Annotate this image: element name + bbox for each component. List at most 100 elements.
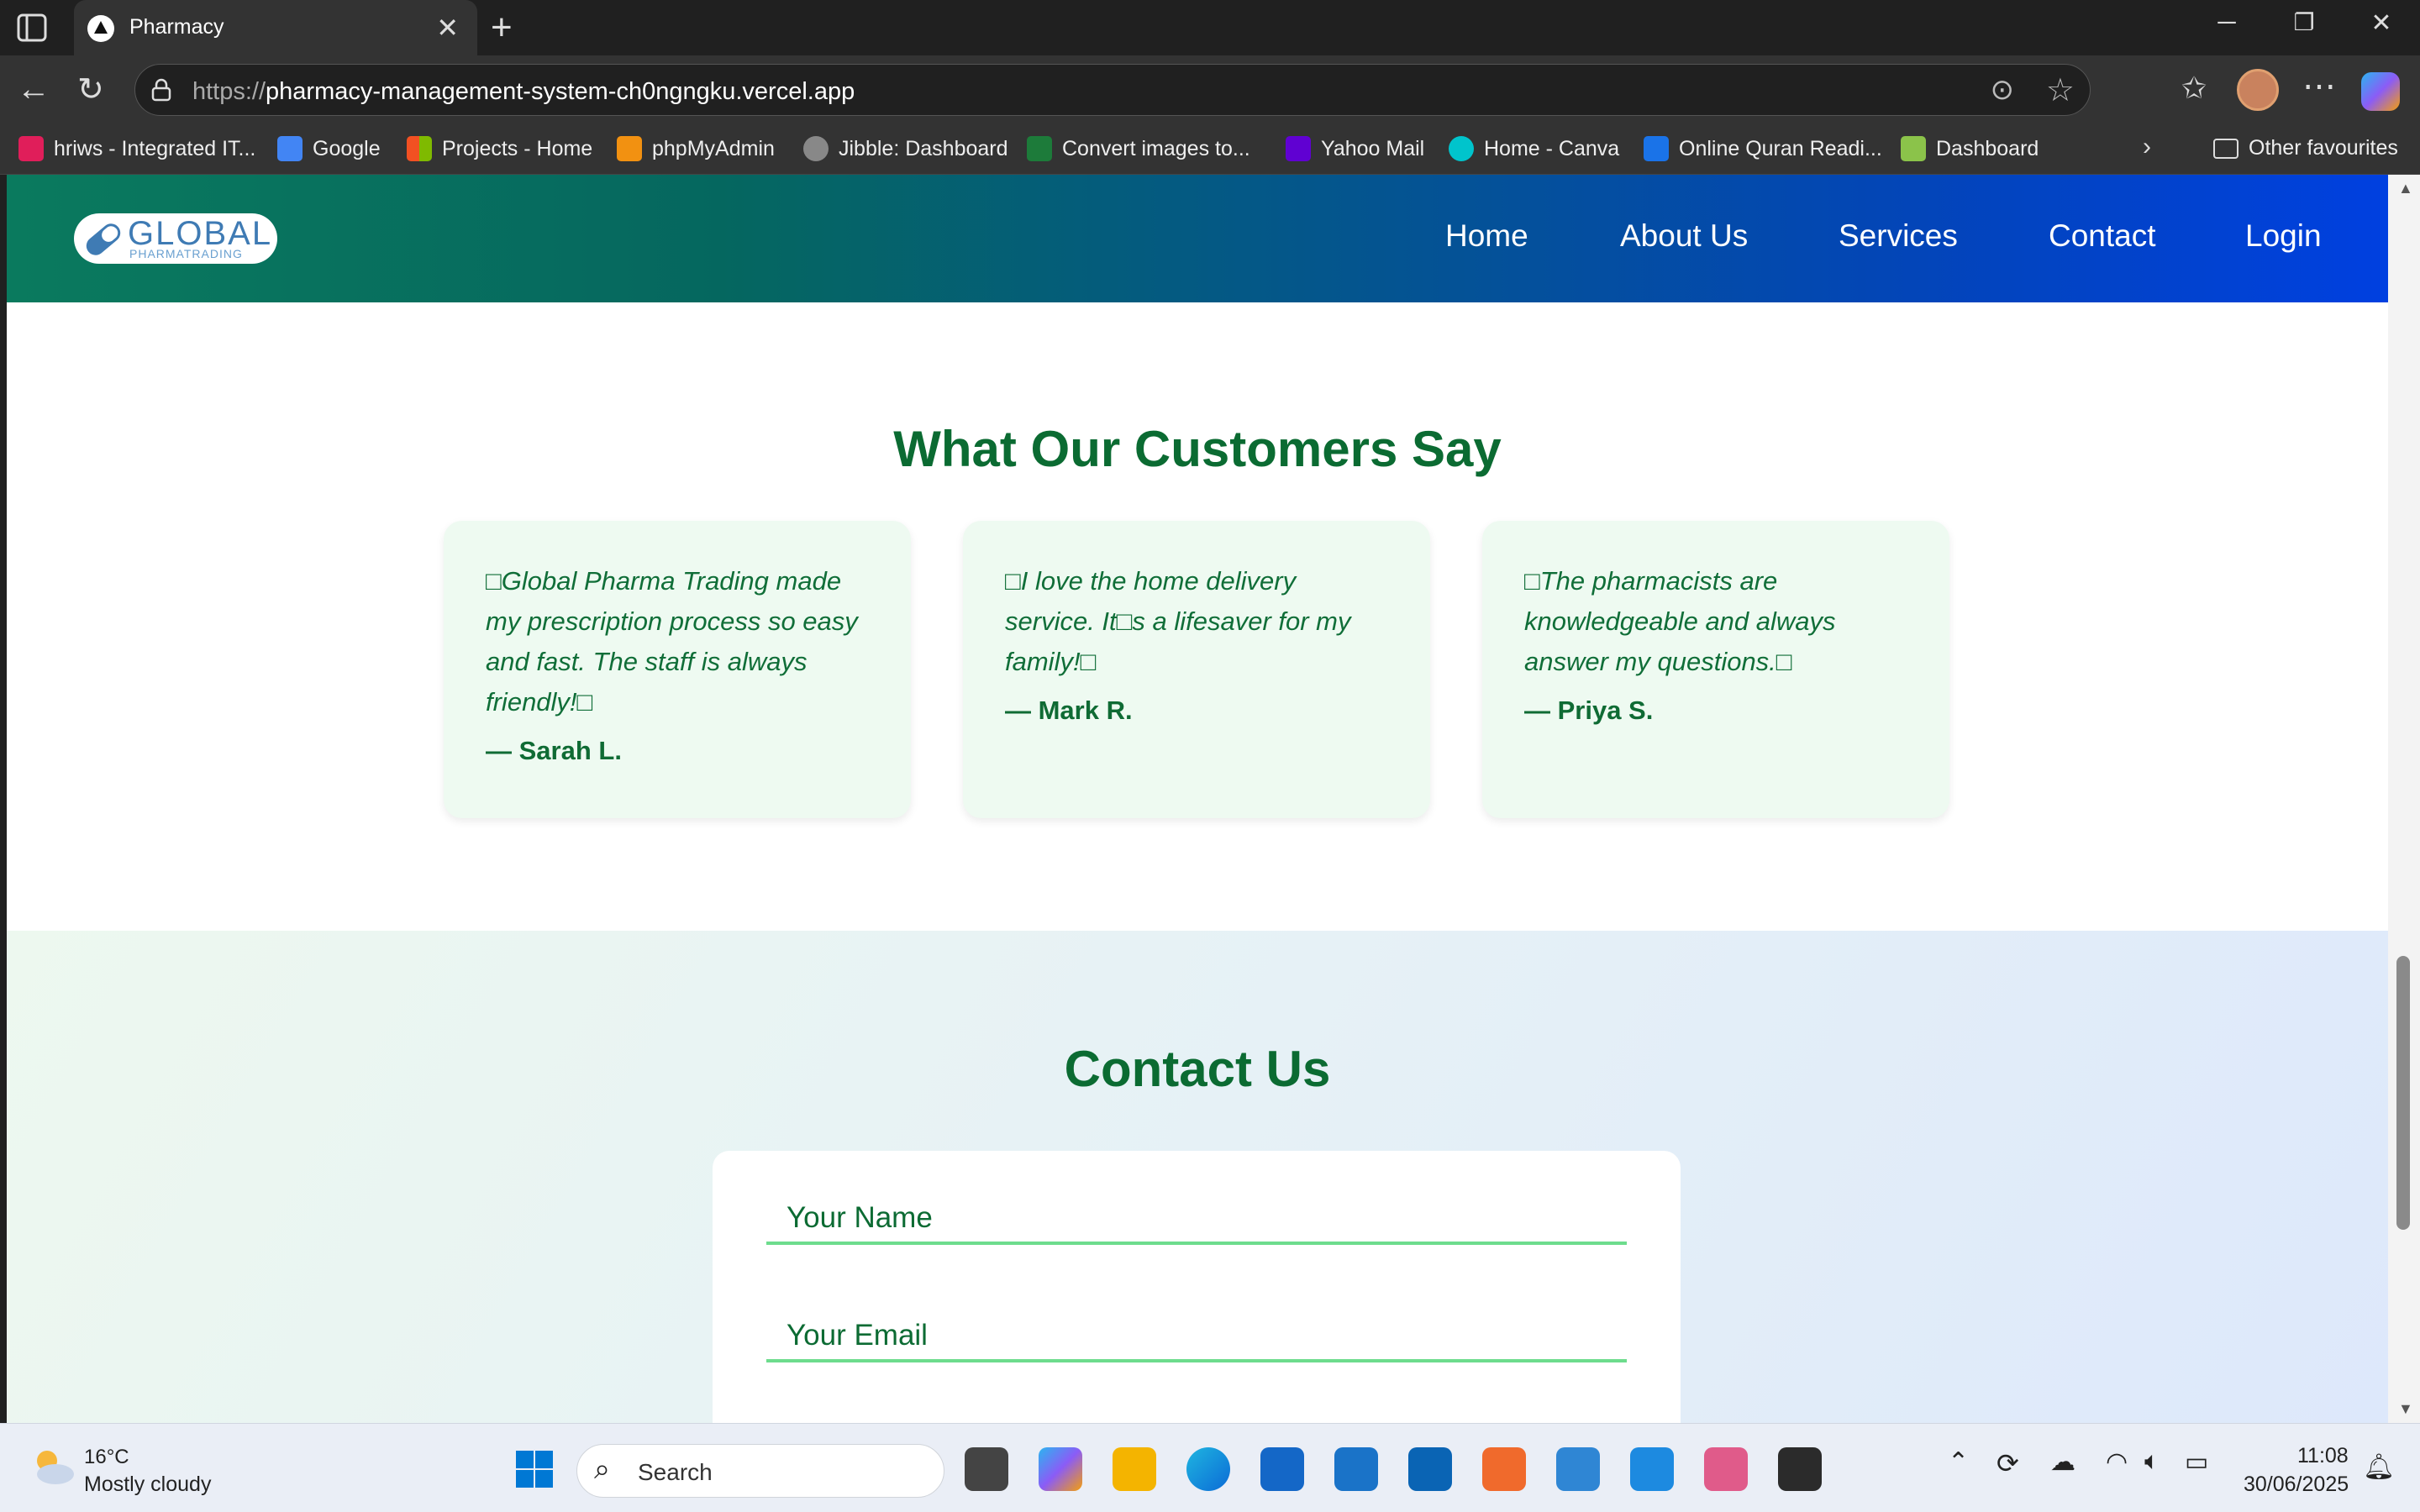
store-icon[interactable]	[1260, 1447, 1304, 1491]
bookmark-item[interactable]: Dashboard	[1901, 136, 2039, 161]
canva-icon	[1449, 136, 1474, 161]
bookmark-item[interactable]: hriws - Integrated IT...	[18, 136, 255, 161]
search-icon: ⌕	[594, 1453, 611, 1485]
scrollbar-thumb[interactable]	[2396, 956, 2410, 1230]
bookmark-item[interactable]: Home - Canva	[1449, 136, 1619, 161]
address-row: ← ↻ https://pharmacy-management-system-c…	[0, 55, 2420, 126]
logo-subtext: PHARMATRADING	[129, 247, 243, 260]
notification-bell-icon[interactable]: 🔔︎	[2363, 1452, 2395, 1482]
globe-icon	[803, 136, 829, 161]
edge-icon[interactable]	[1186, 1447, 1230, 1491]
bookmark-item[interactable]: phpMyAdmin	[617, 136, 775, 161]
address-bar[interactable]: https://pharmacy-management-system-ch0ng…	[134, 64, 2091, 116]
tab-actions-icon[interactable]	[17, 13, 47, 42]
capsule-icon	[86, 223, 121, 255]
nav-about-us[interactable]: About Us	[1620, 218, 1748, 254]
testimonials-title: What Our Customers Say	[893, 421, 1502, 477]
lock-icon[interactable]	[150, 78, 172, 102]
contact-form: Your Name Your Email	[713, 1151, 1681, 1423]
favourite-star-icon[interactable]: ☆	[2046, 71, 2075, 109]
testimonial-author: — Mark R.	[1005, 696, 1133, 725]
taskbar-search[interactable]: ⌕ Search	[576, 1444, 944, 1498]
bookmark-item[interactable]: Yahoo Mail	[1286, 136, 1424, 161]
minimize-icon[interactable]: ─	[2202, 8, 2252, 37]
vscode-icon[interactable]	[1630, 1447, 1674, 1491]
onedrive-icon[interactable]: ☁	[2050, 1447, 2075, 1477]
windows-taskbar: 16°C Mostly cloudy ⌕ Search ⌃ ⟳ ☁ ◠ 🔈︎ ▭…	[0, 1423, 2420, 1512]
contact-section: Contact Us Your Name Your Email	[7, 931, 2388, 1423]
volume-icon[interactable]: 🔈︎	[2144, 1447, 2160, 1476]
profile-avatar[interactable]	[2237, 69, 2279, 111]
tab-title: Pharmacy	[129, 15, 224, 39]
testimonial-card: □Global Pharma Trading made my prescript…	[444, 521, 911, 818]
favourites-icon[interactable]: ✩	[2181, 71, 2207, 106]
email-field[interactable]: Your Email	[766, 1294, 1627, 1362]
temperature: 16°C	[84, 1446, 129, 1468]
site-logo[interactable]: GLOBAL PHARMATRADING	[74, 213, 277, 264]
quran-icon	[1644, 136, 1669, 161]
vercel-favicon-icon	[87, 15, 114, 42]
windows-start-icon[interactable]	[513, 1447, 556, 1491]
name-field[interactable]: Your Name	[766, 1176, 1627, 1245]
chevron-up-icon[interactable]: ⌃	[1948, 1447, 1969, 1477]
new-tab-icon[interactable]: +	[491, 7, 513, 49]
testimonial-quote: □The pharmacists are knowledgeable and a…	[1524, 566, 1836, 676]
page-scrollbar[interactable]: ▲ ▼	[2388, 175, 2420, 1423]
sync-icon[interactable]: ⟳	[1996, 1447, 2019, 1479]
nav-services[interactable]: Services	[1839, 218, 1958, 254]
convert-images-icon	[1027, 136, 1052, 161]
phpmyadmin-icon	[617, 136, 642, 161]
restore-icon[interactable]: ❐	[2279, 8, 2329, 36]
back-icon[interactable]: ←	[17, 71, 50, 108]
clock-date[interactable]: 30/06/2025	[2244, 1473, 2349, 1497]
refresh-icon[interactable]: ↻	[77, 71, 104, 108]
email-placeholder: Your Email	[786, 1319, 928, 1352]
microsoft-icon	[407, 136, 432, 161]
more-options-icon[interactable]: ⋯	[2302, 67, 2336, 106]
cube-icon	[1901, 136, 1926, 161]
file-explorer-icon[interactable]	[1113, 1447, 1156, 1491]
bookmark-item[interactable]: Online Quran Readi...	[1644, 136, 1882, 161]
google-icon	[277, 136, 302, 161]
close-tab-icon[interactable]: ✕	[436, 12, 459, 44]
bookmark-item[interactable]: Google	[277, 136, 381, 161]
scroll-up-icon[interactable]: ▲	[2398, 180, 2413, 197]
bookmark-item[interactable]: Projects - Home	[407, 136, 592, 161]
task-view-icon[interactable]	[965, 1447, 1008, 1491]
outlook-new-icon[interactable]	[1334, 1447, 1378, 1491]
name-placeholder: Your Name	[786, 1201, 933, 1234]
nav-login[interactable]: Login	[2245, 218, 2322, 254]
snipping-tool-icon[interactable]	[1704, 1447, 1748, 1491]
reading-mode-icon[interactable]: ⊙	[1991, 73, 2015, 107]
nav-contact[interactable]: Contact	[2049, 218, 2156, 254]
nav-home[interactable]: Home	[1445, 218, 1528, 254]
url-text[interactable]: https://pharmacy-management-system-ch0ng…	[192, 78, 855, 106]
page-viewport: GLOBAL PHARMATRADING Home About Us Servi…	[7, 175, 2388, 1423]
testimonial-card: □The pharmacists are knowledgeable and a…	[1482, 521, 1949, 818]
contact-title: Contact Us	[1064, 1041, 1331, 1097]
battery-icon[interactable]: ▭	[2185, 1447, 2208, 1477]
browser-title-bar: Pharmacy ✕ + ─ ❐ ✕	[0, 0, 2420, 55]
chevron-right-icon[interactable]: ›	[2143, 133, 2151, 161]
testimonial-card: □I love the home delivery service. It□s …	[963, 521, 1430, 818]
bookmarks-bar: hriws - Integrated IT... Google Projects…	[0, 126, 2420, 175]
slack-icon	[18, 136, 44, 161]
close-window-icon[interactable]: ✕	[2356, 8, 2407, 38]
copilot-app-icon[interactable]	[1039, 1447, 1082, 1491]
scroll-down-icon[interactable]: ▼	[2398, 1400, 2413, 1418]
outlook-icon[interactable]	[1408, 1447, 1452, 1491]
other-favourites[interactable]: Other favourites	[2213, 136, 2398, 160]
clock-time[interactable]: 11:08	[2297, 1444, 2349, 1468]
browser-tab[interactable]: Pharmacy ✕	[74, 0, 477, 55]
cloudy-weather-icon[interactable]	[29, 1446, 76, 1488]
yahoo-mail-icon	[1286, 136, 1311, 161]
bookmark-item[interactable]: Jibble: Dashboard	[803, 136, 1008, 161]
folder-icon	[2213, 138, 2238, 159]
xampp-icon[interactable]	[1482, 1447, 1526, 1491]
copilot-icon[interactable]	[2361, 72, 2400, 111]
wifi-icon[interactable]: ◠	[2106, 1447, 2128, 1477]
notepad-icon[interactable]	[1556, 1447, 1600, 1491]
site-navbar: GLOBAL PHARMATRADING Home About Us Servi…	[7, 175, 2388, 302]
terminal-icon[interactable]	[1778, 1447, 1822, 1491]
bookmark-item[interactable]: Convert images to...	[1027, 136, 1250, 161]
